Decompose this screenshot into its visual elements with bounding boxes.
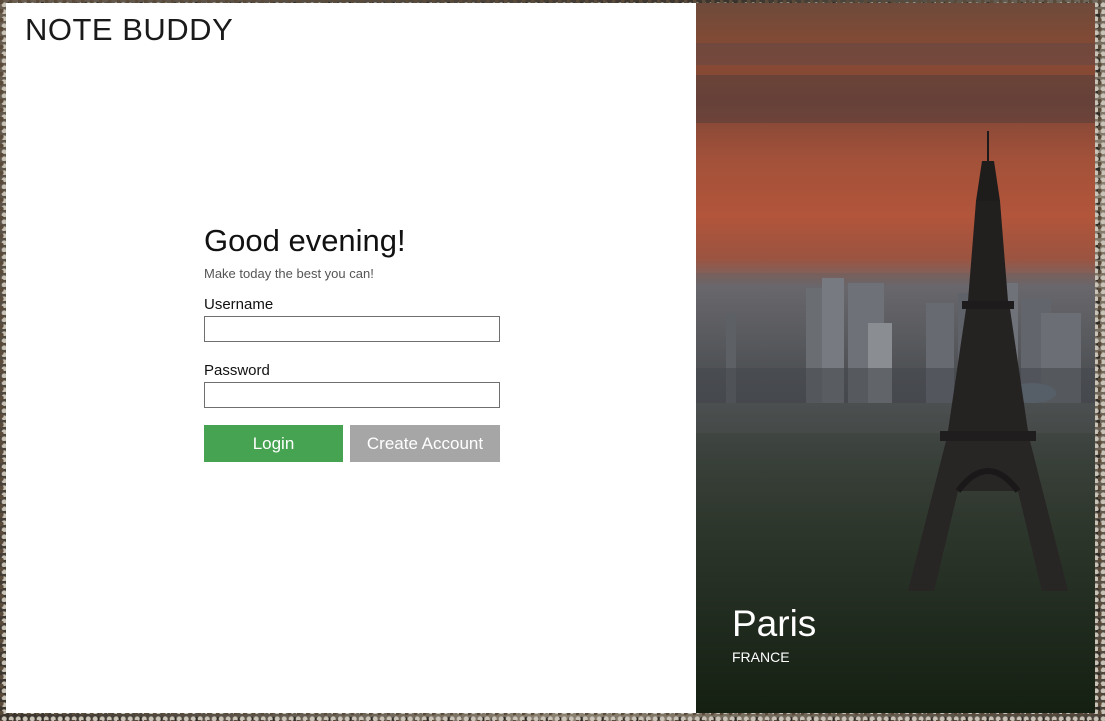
password-input[interactable] [204,382,500,408]
login-panel: NOTE BUDDY Good evening! Make today the … [6,3,696,713]
city-name: Paris [732,603,817,644]
login-button[interactable]: Login [204,425,343,462]
eiffel-tower-icon [908,131,1068,591]
country-name: FRANCE [732,649,790,665]
cloud-band [696,75,1095,123]
password-label: Password [204,362,270,379]
username-input[interactable] [204,316,500,342]
tagline: Make today the best you can! [204,266,374,281]
login-form: Good evening! Make today the best you ca… [204,223,504,462]
button-row: Login Create Account [204,425,504,462]
cloud-band [696,43,1095,65]
create-account-button[interactable]: Create Account [350,425,500,462]
app-title: NOTE BUDDY [25,12,234,47]
window-frame: NOTE BUDDY Good evening! Make today the … [0,0,1105,721]
username-label: Username [204,296,274,313]
greeting-heading: Good evening! [204,223,406,258]
background-photo: Paris FRANCE [696,3,1095,713]
